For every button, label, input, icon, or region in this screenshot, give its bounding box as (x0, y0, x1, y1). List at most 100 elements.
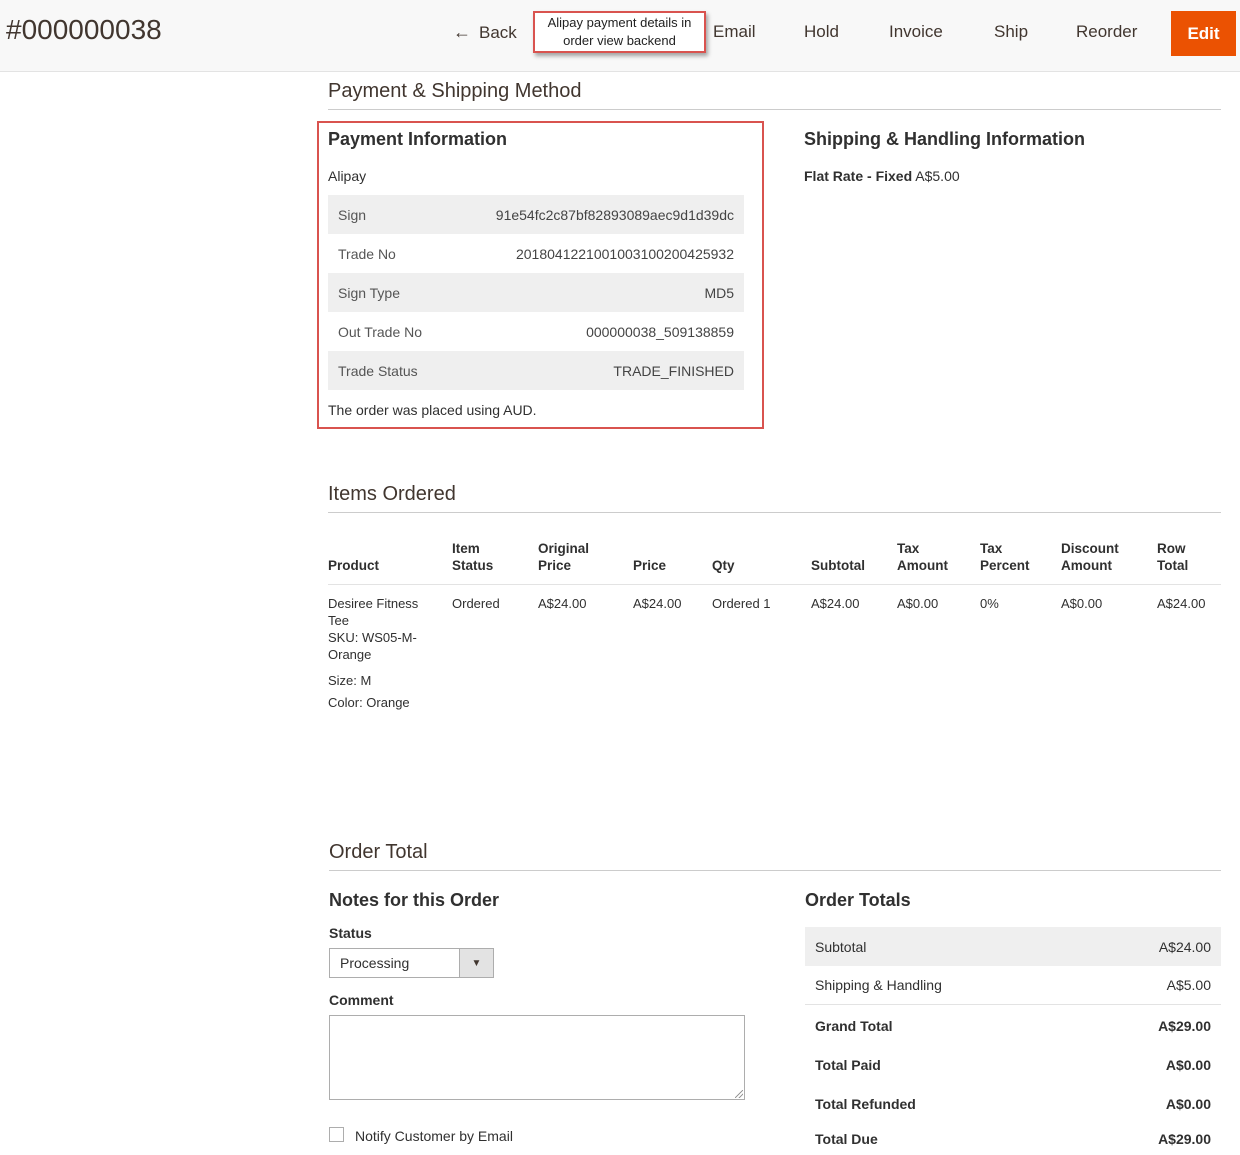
payment-shipping-section-title: Payment & Shipping Method (328, 80, 582, 102)
shipping-method-price: A$5.00 (915, 168, 960, 184)
payment-detail-value: MD5 (704, 284, 734, 301)
payment-detail-row: Sign Type MD5 (328, 273, 744, 312)
payment-detail-value: 91e54fc2c87bf82893089aec9d1d39dc (495, 206, 734, 223)
product-option-color: Color: Orange (328, 695, 410, 710)
product-sku-line: Orange (328, 647, 372, 662)
payment-detail-row: Sign 91e54fc2c87bf82893089aec9d1d39dc (328, 195, 744, 234)
payment-detail-label: Trade No (338, 245, 396, 262)
totals-row-total-paid: Total Paid A$0.00 (805, 1045, 1221, 1084)
annotation-callout: Alipay payment details in order view bac… (533, 11, 706, 53)
section-divider (328, 109, 1221, 110)
payment-detail-label: Trade Status (338, 362, 418, 379)
order-total-section-title: Order Total (329, 841, 428, 863)
ship-button[interactable]: Ship (994, 22, 1028, 42)
tax-amount-cell: A$0.00 (897, 596, 939, 611)
invoice-button[interactable]: Invoice (889, 22, 943, 42)
totals-row-grand-total: Grand Total A$29.00 (805, 1006, 1221, 1045)
totals-label: Grand Total (815, 1017, 893, 1034)
hold-button[interactable]: Hold (804, 22, 839, 42)
totals-row-total-refunded: Total Refunded A$0.00 (805, 1084, 1221, 1123)
column-header-line: Percent (980, 558, 1030, 573)
payment-detail-row: Out Trade No 000000038_509138859 (328, 312, 744, 351)
totals-value: A$29.00 (1158, 1017, 1211, 1034)
section-divider (328, 512, 1221, 513)
totals-label: Total Refunded (815, 1095, 916, 1112)
product-option-size: Size: M (328, 673, 372, 688)
column-header-qty: Qty (712, 558, 735, 573)
discount-cell: A$0.00 (1061, 596, 1103, 611)
payment-information-title: Payment Information (328, 129, 508, 149)
back-button-label: Back (479, 23, 517, 42)
product-sku-line: SKU: WS05-M- (328, 630, 417, 645)
reorder-button[interactable]: Reorder (1076, 22, 1137, 42)
email-button[interactable]: Email (713, 22, 756, 42)
payment-detail-value: 2018041221001003100200425932 (515, 245, 734, 262)
product-name-line: Tee (328, 613, 349, 628)
column-header-price: Price (633, 558, 667, 573)
items-ordered-section-title: Items Ordered (328, 483, 456, 505)
column-header-tax-amount: Tax Amount (897, 540, 948, 574)
row-total-cell: A$24.00 (1157, 596, 1206, 611)
notify-customer-label[interactable]: Notify Customer by Email (355, 1128, 513, 1144)
back-button[interactable]: ← Back (453, 22, 517, 43)
shipping-information-title: Shipping & Handling Information (804, 129, 1085, 149)
arrow-left-icon: ← (453, 22, 471, 42)
payment-detail-label: Out Trade No (338, 323, 423, 340)
chevron-down-icon: ▼ (459, 949, 493, 977)
payment-detail-row: Trade Status TRADE_FINISHED (328, 351, 744, 390)
totals-value: A$24.00 (1158, 938, 1211, 955)
comment-textarea[interactable] (329, 1015, 745, 1100)
currency-note: The order was placed using AUD. (328, 402, 537, 418)
totals-value: A$0.00 (1165, 1095, 1211, 1112)
payment-detail-label: Sign (338, 206, 367, 223)
column-header-tax-percent: Tax Percent (980, 540, 1030, 574)
totals-value: A$29.00 (1158, 1131, 1211, 1147)
column-header-line: Tax (897, 541, 920, 556)
shipping-method: Flat Rate - Fixed A$5.00 (804, 168, 960, 184)
totals-value: A$5.00 (1166, 977, 1211, 993)
column-header-line: Status (452, 558, 494, 573)
status-select[interactable]: Processing ▼ (329, 948, 494, 978)
totals-row-total-due: Total Due A$29.00 (805, 1123, 1221, 1155)
totals-value: A$0.00 (1165, 1056, 1211, 1073)
column-header-line: Row (1157, 541, 1186, 556)
payment-method-name: Alipay (328, 168, 367, 184)
column-header-subtotal: Subtotal (811, 558, 865, 573)
totals-label: Total Due (815, 1131, 878, 1147)
totals-row-subtotal: Subtotal A$24.00 (805, 927, 1221, 966)
column-header-product: Product (328, 558, 380, 573)
column-header-line: Total (1157, 558, 1189, 573)
column-header-line: Discount (1061, 541, 1119, 556)
totals-row-shipping: Shipping & Handling A$5.00 (805, 966, 1221, 1005)
section-divider (329, 870, 1221, 871)
product-cell: Desiree Fitness Tee SKU: WS05-M- Orange … (328, 595, 418, 711)
payment-detail-label: Sign Type (338, 284, 401, 301)
qty-cell: Ordered 1 (712, 596, 771, 611)
column-header-line: Item (452, 541, 480, 556)
status-label: Status (329, 925, 372, 941)
shipping-method-name: Flat Rate - Fixed (804, 168, 913, 184)
original-price-cell: A$24.00 (538, 596, 587, 611)
column-header-discount-amount: Discount Amount (1061, 540, 1119, 574)
totals-label: Shipping & Handling (815, 977, 942, 993)
column-header-line: Original (538, 541, 590, 556)
callout-line-2: order view backend (563, 33, 676, 48)
totals-label: Total Paid (815, 1056, 881, 1073)
tax-percent-cell: 0% (980, 596, 999, 611)
payment-detail-value: 000000038_509138859 (586, 323, 734, 340)
resize-handle-icon[interactable] (735, 1090, 743, 1098)
item-status-cell: Ordered (452, 596, 500, 611)
column-header-line: Amount (897, 558, 948, 573)
notify-customer-checkbox[interactable] (329, 1127, 344, 1142)
column-header-row-total: Row Total (1157, 540, 1188, 574)
column-header-item-status: Item Status (452, 540, 493, 574)
payment-detail-row: Trade No 2018041221001003100200425932 (328, 234, 744, 273)
subtotal-cell: A$24.00 (811, 596, 860, 611)
callout-line-1: Alipay payment details in (547, 15, 692, 30)
edit-button[interactable]: Edit (1171, 11, 1236, 56)
column-header-line: Price (538, 558, 572, 573)
totals-label: Subtotal (815, 938, 867, 955)
page-title: #000000038 (6, 14, 162, 45)
price-cell: A$24.00 (633, 596, 682, 611)
column-header-line: Tax (980, 541, 1003, 556)
